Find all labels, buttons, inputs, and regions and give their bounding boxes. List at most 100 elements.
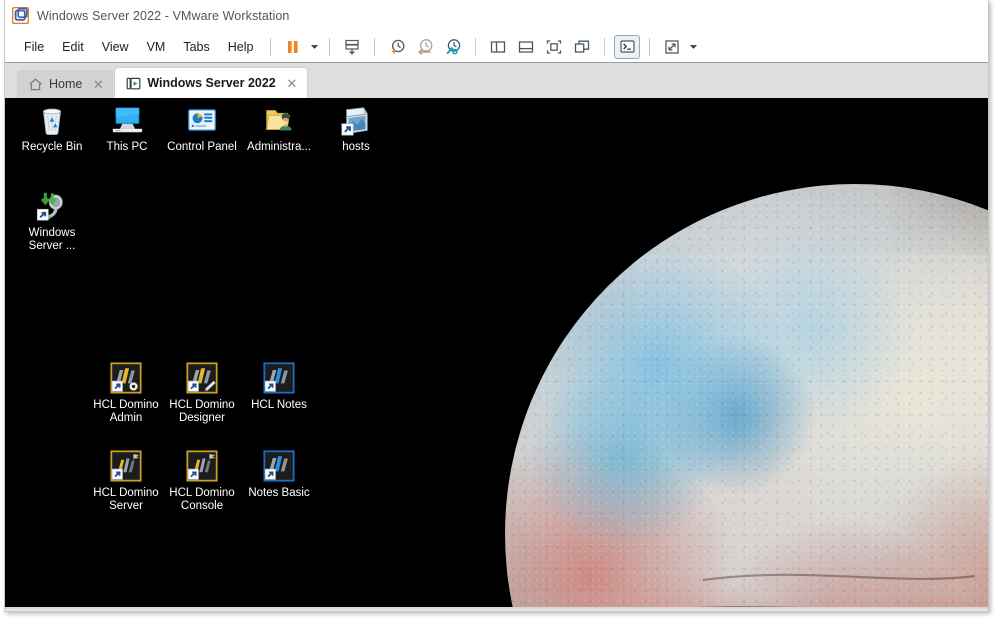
toolbar-separator [270,37,272,56]
hcl-notes-icon [261,360,297,396]
menu-file[interactable]: File [15,36,53,58]
control-panel-icon [184,102,220,138]
desktop-icon-hosts-label: hosts [342,141,370,153]
stretch-dropdown-caret[interactable] [686,35,700,59]
menu-help[interactable]: Help [219,36,263,58]
shortcut-overlay-arrow [187,468,199,480]
desktop-icon-control-panel[interactable]: Control Panel [163,102,241,154]
hcl-domino-admin-icon [108,360,144,396]
shortcut-overlay-arrow [341,123,354,136]
console-view-button[interactable] [614,34,641,59]
toolbar-separator [374,37,376,56]
desktop-icon-this-pc[interactable]: This PC [88,102,166,154]
snapshot-icon [345,39,360,55]
tab-home-label: Home [49,77,83,91]
clock-wrench-icon [446,38,461,54]
desktop-icon-windows-server[interactable]: Windows Server ... [13,188,91,253]
desktop-icon-hcl-domino-server-label: HCL Domino Server [93,487,159,512]
menu-and-toolbar: File Edit View VM Tabs Help [5,31,988,62]
desktop-icon-hcl-domino-designer[interactable]: HCL Domino Designer [163,360,241,425]
pause-icon [288,40,299,53]
shortcut-overlay-arrow [111,380,123,392]
clock-plus-icon [392,39,405,54]
tab-home-close-icon[interactable]: ✕ [92,78,104,91]
desktop-icon-hcl-domino-console-label: HCL Domino Console [169,487,235,512]
panel-bottom-icon [519,40,534,53]
shortcut-overlay-arrow [111,468,123,480]
menu-view[interactable]: View [93,36,138,58]
desktop-icon-this-pc-label: This PC [106,141,148,153]
fullscreen-icon [547,39,562,54]
desktop-icon-hosts[interactable]: hosts [317,102,395,154]
manage-snapshots-button[interactable] [440,35,466,59]
toolbar-separator [649,37,651,56]
menu-vm[interactable]: VM [138,36,175,58]
toolbar-separator [604,37,606,56]
desktop-icon-hcl-domino-designer-label: HCL Domino Designer [169,399,235,424]
stretch-guest-button[interactable] [659,35,685,59]
desktop-icon-control-panel-label: Control Panel [167,141,237,153]
desktop-icon-hcl-domino-admin[interactable]: HCL Domino Admin [87,360,165,425]
unity-windows-icon [575,40,590,53]
unity-mode-button[interactable] [569,35,595,59]
tab-windows-server-2022[interactable]: Windows Server 2022 ✕ [115,68,307,98]
hcl-domino-server-icon [108,448,144,484]
desktop-icon-recycle-bin-label: Recycle Bin [21,141,83,153]
window-bottom-edge [5,607,988,611]
this-pc-icon [109,102,145,138]
show-thumbnail-bar-button[interactable] [513,35,539,59]
enter-fullscreen-button[interactable] [541,35,567,59]
pluto-planet-wallpaper [5,98,988,607]
snapshot-manager-button[interactable] [339,35,365,59]
vmware-workstation-window: Windows Server 2022 - VMware Workstation… [4,0,989,612]
chevron-down-icon [689,45,698,49]
vmware-logo-icon [11,6,30,25]
hcl-domino-console-icon [184,448,220,484]
toolbar-separator [329,37,331,56]
shortcut-overlay-arrow [264,380,276,392]
menu-edit[interactable]: Edit [53,36,93,58]
tab-windows-server-2022-close-icon[interactable]: ✕ [286,77,298,90]
recycle-bin-icon [34,102,70,138]
shortcut-overlay-arrow [187,380,199,392]
planet-sphere [505,184,988,607]
desktop-icon-hcl-notes[interactable]: HCL Notes [240,360,318,412]
revert-snapshot-button[interactable] [412,35,438,59]
expand-arrows-icon [665,39,680,54]
desktop-icon-administrative-tools[interactable]: Administra... [240,102,318,154]
vm-running-icon [126,76,141,91]
show-library-button[interactable] [485,35,511,59]
tab-home[interactable]: Home ✕ [17,70,114,98]
take-snapshot-button[interactable] [384,35,410,59]
desktop-icon-recycle-bin[interactable]: Recycle Bin [13,102,91,154]
tab-windows-server-2022-label: Windows Server 2022 [147,76,276,90]
guest-os-desktop[interactable]: Recycle Bin This PC Control Panel Admini… [5,98,988,607]
desktop-icon-notes-basic[interactable]: Notes Basic [240,448,318,500]
panel-left-icon [491,40,506,53]
windows-server-icon [34,188,70,224]
notes-basic-icon [261,448,297,484]
hosts-file-icon [338,102,374,138]
window-title: Windows Server 2022 - VMware Workstation [37,8,290,23]
suspend-button[interactable] [280,35,306,59]
admin-gear-badge [129,382,138,391]
desktop-icon-administrative-tools-label: Administra... [247,141,311,153]
desktop-icon-hcl-domino-server[interactable]: HCL Domino Server [87,448,165,513]
menu-tabs[interactable]: Tabs [174,36,218,58]
desktop-icon-notes-basic-label: Notes Basic [248,487,310,499]
clock-arrow-left-icon [418,38,433,55]
power-dropdown-caret[interactable] [307,35,321,59]
chevron-down-icon [310,45,319,49]
desktop-icon-windows-server-label: Windows Server ... [28,227,76,252]
administrative-tools-icon [261,102,297,138]
console-prompt-icon [620,40,635,53]
hcl-domino-designer-icon [184,360,220,396]
toolbar-separator [475,37,477,56]
shortcut-overlay-arrow [264,468,276,480]
tab-strip: Home ✕ Windows Server 2022 ✕ [5,62,988,98]
home-icon [28,77,43,92]
desktop-icon-hcl-domino-console[interactable]: HCL Domino Console [163,448,241,513]
desktop-icon-hcl-notes-label: HCL Notes [251,399,307,411]
shortcut-overlay-arrow [36,208,49,221]
desktop-icon-hcl-domino-admin-label: HCL Domino Admin [93,399,159,424]
